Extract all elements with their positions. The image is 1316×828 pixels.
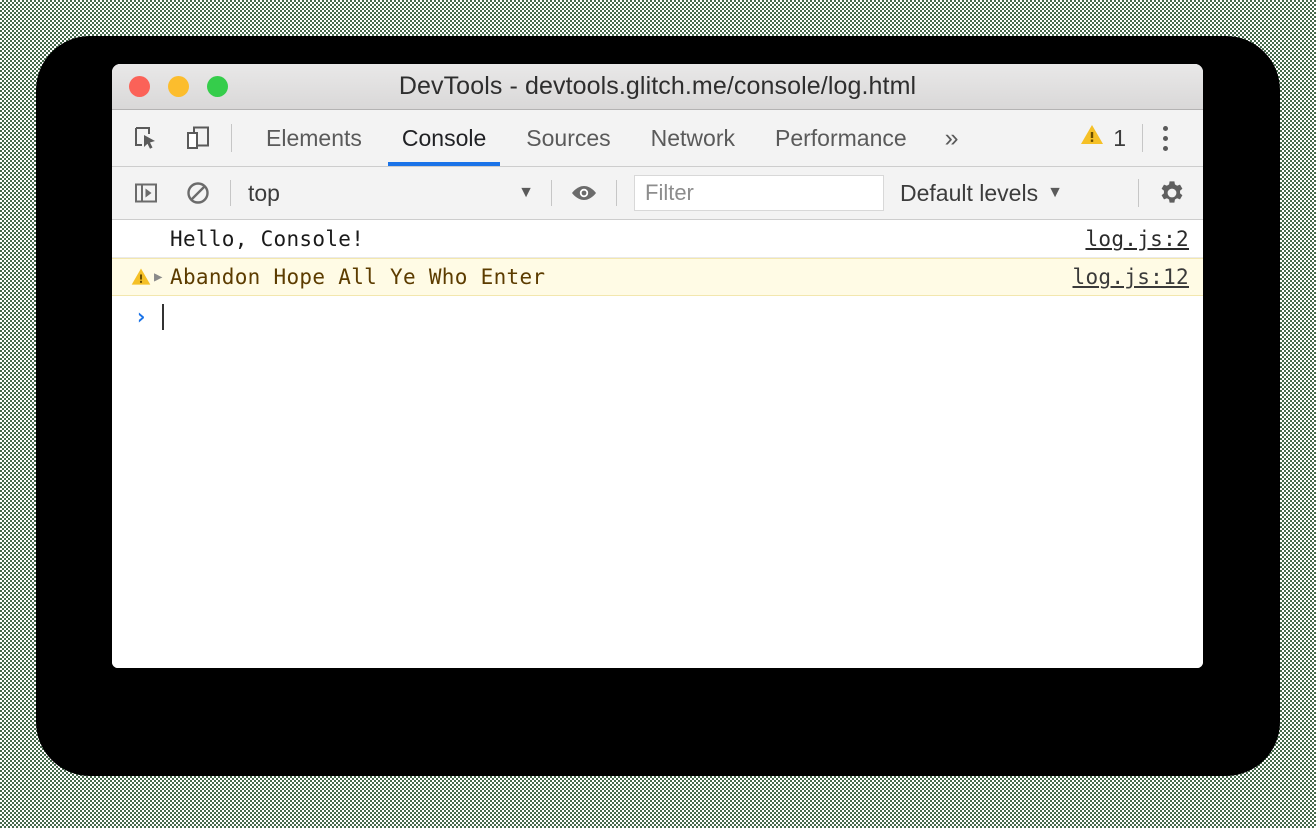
eye-icon[interactable] <box>569 178 599 208</box>
console-message-text: Abandon Hope All Ye Who Enter <box>170 265 546 289</box>
minimize-window-button[interactable] <box>168 76 189 97</box>
console-toolbar-divider-4 <box>1138 179 1139 207</box>
console-toolbar: top ▼ Filter Default levels ▼ <box>112 167 1203 220</box>
devtools-tabs: Elements Console Sources Network Perform… <box>246 110 977 166</box>
tab-network[interactable]: Network <box>631 110 755 166</box>
console-message-source-link[interactable]: log.js:12 <box>1073 265 1190 289</box>
close-window-button[interactable] <box>129 76 150 97</box>
filter-input[interactable]: Filter <box>634 175 884 211</box>
console-sidebar-icon[interactable] <box>131 178 161 208</box>
disclosure-triangle-icon[interactable]: ▶ <box>154 270 170 284</box>
console-toolbar-divider-2 <box>551 180 552 206</box>
devtools-window: DevTools - devtools.glitch.me/console/lo… <box>112 64 1203 668</box>
warning-count-label: 1 <box>1113 124 1126 151</box>
warning-triangle-icon <box>128 266 154 288</box>
console-message-text: Hello, Console! <box>170 226 365 251</box>
text-cursor <box>162 304 164 330</box>
tabbar-right-group: 1 <box>1079 110 1203 166</box>
context-selector-value: top <box>248 179 280 206</box>
console-prompt-row[interactable]: › <box>112 296 1203 338</box>
kebab-menu-icon[interactable] <box>1143 125 1187 151</box>
console-message-list[interactable]: Hello, Console! log.js:2 ▶ Abandon Hope … <box>112 220 1203 668</box>
chevron-down-icon: ▼ <box>518 184 534 201</box>
gear-icon[interactable] <box>1157 178 1187 208</box>
window-title: DevTools - devtools.glitch.me/console/lo… <box>398 72 917 100</box>
console-toolbar-divider-1 <box>230 180 231 206</box>
console-message-log[interactable]: Hello, Console! log.js:2 <box>112 220 1203 258</box>
warning-count-badge[interactable]: 1 <box>1079 122 1142 154</box>
javascript-context-selector[interactable]: top ▼ <box>248 180 534 207</box>
devtools-tabbar: Elements Console Sources Network Perform… <box>112 110 1203 167</box>
log-levels-label: Default levels <box>900 179 1039 206</box>
filter-placeholder: Filter <box>645 180 694 205</box>
window-titlebar: DevTools - devtools.glitch.me/console/lo… <box>112 64 1203 110</box>
inspect-element-icon[interactable] <box>131 123 161 153</box>
console-toolbar-divider-3 <box>616 180 617 206</box>
console-message-warning[interactable]: ▶ Abandon Hope All Ye Who Enter log.js:1… <box>112 258 1203 296</box>
tabbar-divider <box>231 124 232 152</box>
device-toolbar-icon[interactable] <box>183 123 213 153</box>
tab-sources[interactable]: Sources <box>506 110 630 166</box>
tab-elements[interactable]: Elements <box>246 110 382 166</box>
console-toolbar-right <box>1138 178 1203 208</box>
window-controls <box>129 64 228 109</box>
log-levels-dropdown[interactable]: Default levels ▼ <box>900 180 1063 207</box>
prompt-chevron-icon: › <box>134 304 148 330</box>
chevron-down-icon: ▼ <box>1047 184 1063 201</box>
tabbar-left-icons <box>112 110 213 166</box>
tab-performance[interactable]: Performance <box>755 110 927 166</box>
more-tabs-button[interactable]: » <box>927 110 977 166</box>
maximize-window-button[interactable] <box>207 76 228 97</box>
tab-console[interactable]: Console <box>382 110 506 166</box>
warning-triangle-icon <box>1079 122 1105 154</box>
console-message-source-link[interactable]: log.js:2 <box>1085 227 1189 251</box>
clear-console-icon[interactable] <box>183 178 213 208</box>
